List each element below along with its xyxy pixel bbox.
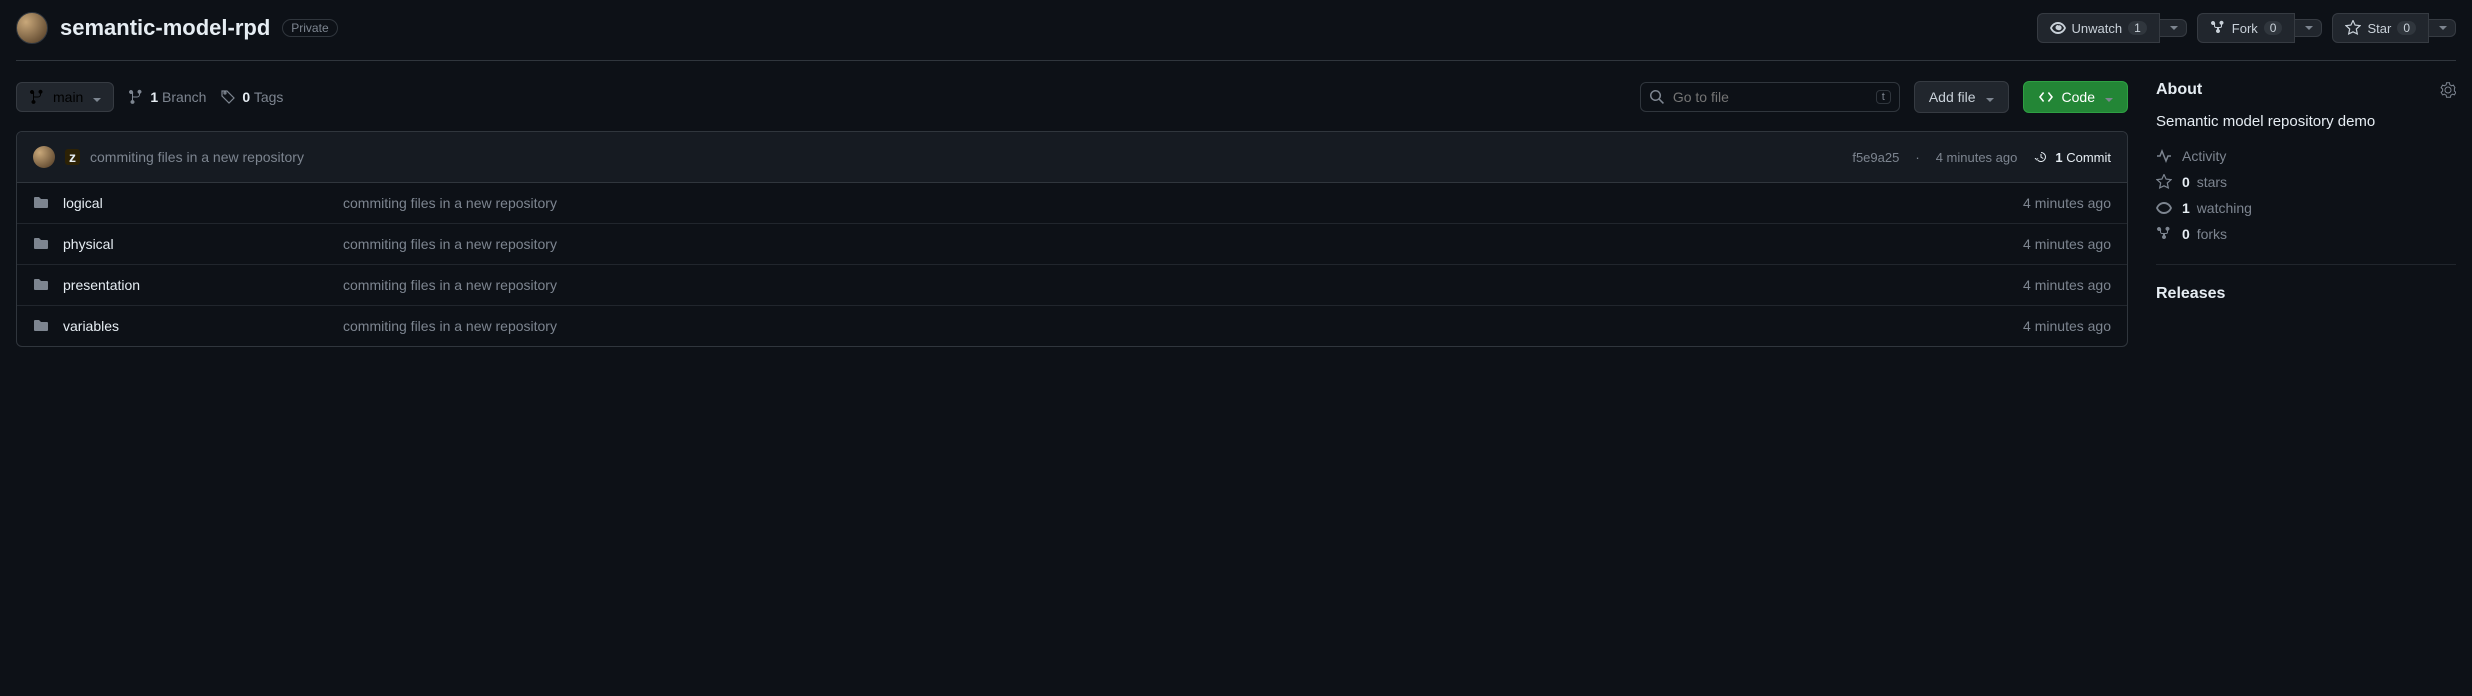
unwatch-caret[interactable]: [2160, 19, 2187, 37]
owner-avatar[interactable]: [16, 12, 48, 44]
add-file-label: Add file: [1929, 89, 1976, 105]
file-name[interactable]: physical: [63, 236, 343, 252]
file-commit-msg[interactable]: commiting files in a new repository: [343, 236, 2023, 252]
stars-count: 0: [2182, 174, 2190, 190]
file-commit-msg[interactable]: commiting files in a new repository: [343, 277, 2023, 293]
fork-caret[interactable]: [2295, 19, 2322, 37]
tag-icon: [220, 89, 236, 105]
folder-icon: [33, 318, 49, 334]
gear-icon[interactable]: [2440, 82, 2456, 98]
repo-description: Semantic model repository demo: [2156, 113, 2456, 130]
branch-icon: [128, 89, 144, 105]
unwatch-group[interactable]: Unwatch 1: [2037, 13, 2187, 43]
file-time: 4 minutes ago: [2023, 195, 2111, 211]
folder-icon: [33, 195, 49, 211]
folder-icon: [33, 277, 49, 293]
watching-link[interactable]: 1 watching: [2156, 200, 2456, 216]
fork-group[interactable]: Fork 0: [2197, 13, 2323, 43]
watching-label: watching: [2197, 200, 2252, 216]
visibility-badge: Private: [282, 19, 337, 37]
star-caret[interactable]: [2429, 19, 2456, 37]
commits-label: Commit: [2066, 150, 2111, 165]
file-name[interactable]: variables: [63, 318, 343, 334]
file-commit-msg[interactable]: commiting files in a new repository: [343, 318, 2023, 334]
file-time: 4 minutes ago: [2023, 277, 2111, 293]
branch-select[interactable]: main: [16, 82, 114, 112]
tags-label: Tags: [254, 89, 284, 105]
file-search[interactable]: t: [1640, 82, 1900, 112]
unwatch-count: 1: [2128, 21, 2147, 35]
commit-message[interactable]: commiting files in a new repository: [90, 149, 304, 165]
branches-link[interactable]: 1 Branch: [128, 89, 206, 105]
forks-link[interactable]: 0 forks: [2156, 226, 2456, 242]
fork-button[interactable]: Fork 0: [2197, 13, 2296, 43]
forks-label: forks: [2197, 226, 2227, 242]
star-icon: [2156, 174, 2172, 190]
watching-count: 1: [2182, 200, 2190, 216]
file-search-input[interactable]: [1673, 89, 1868, 105]
eye-icon: [2156, 200, 2172, 216]
sep: ·: [1915, 150, 1919, 165]
branches-count: 1: [150, 89, 158, 105]
unwatch-label: Unwatch: [2072, 21, 2123, 36]
file-name[interactable]: presentation: [63, 277, 343, 293]
branch-name: main: [53, 89, 83, 105]
tags-link[interactable]: 0 Tags: [220, 89, 283, 105]
file-time: 4 minutes ago: [2023, 236, 2111, 252]
forks-count: 0: [2182, 226, 2190, 242]
file-name[interactable]: logical: [63, 195, 343, 211]
chevron-down-icon: [91, 89, 101, 105]
eye-icon: [2050, 20, 2066, 36]
star-group[interactable]: Star 0: [2332, 13, 2456, 43]
stars-link[interactable]: 0 stars: [2156, 174, 2456, 190]
activity-label: Activity: [2182, 148, 2226, 164]
star-count: 0: [2397, 21, 2416, 35]
commit-author[interactable]: z: [65, 149, 80, 165]
star-button[interactable]: Star 0: [2332, 13, 2429, 43]
fork-icon: [2210, 20, 2226, 36]
table-row[interactable]: presentation commiting files in a new re…: [17, 265, 2127, 306]
folder-icon: [33, 236, 49, 252]
commits-link[interactable]: 1 Commit: [2033, 149, 2111, 165]
commit-sha[interactable]: f5e9a25: [1852, 150, 1899, 165]
table-row[interactable]: logical commiting files in a new reposit…: [17, 183, 2127, 224]
repo-name-link[interactable]: semantic-model-rpd: [60, 15, 270, 41]
code-button[interactable]: Code: [2023, 81, 2128, 113]
commit-author-avatar[interactable]: [33, 146, 55, 168]
history-icon: [2033, 149, 2049, 165]
commit-time: 4 minutes ago: [1936, 150, 2018, 165]
commits-count: 1: [2055, 150, 2062, 165]
about-heading: About: [2156, 81, 2202, 99]
stars-label: stars: [2197, 174, 2227, 190]
chevron-down-icon: [1984, 89, 1994, 105]
activity-link[interactable]: Activity: [2156, 148, 2456, 164]
file-commit-msg[interactable]: commiting files in a new repository: [343, 195, 2023, 211]
add-file-button[interactable]: Add file: [1914, 81, 2009, 113]
table-row[interactable]: variables commiting files in a new repos…: [17, 306, 2127, 346]
star-icon: [2345, 20, 2361, 36]
latest-commit-row[interactable]: z commiting files in a new repository f5…: [17, 132, 2127, 183]
file-list: z commiting files in a new repository f5…: [16, 131, 2128, 347]
fork-icon: [2156, 226, 2172, 242]
code-icon: [2038, 89, 2054, 105]
search-icon: [1649, 89, 1665, 105]
chevron-down-icon: [2103, 89, 2113, 105]
star-label: Star: [2367, 21, 2391, 36]
search-kbd: t: [1876, 90, 1891, 104]
unwatch-button[interactable]: Unwatch 1: [2037, 13, 2160, 43]
code-label: Code: [2062, 89, 2095, 105]
branch-icon: [29, 89, 45, 105]
tags-count: 0: [242, 89, 250, 105]
fork-label: Fork: [2232, 21, 2258, 36]
activity-icon: [2156, 148, 2172, 164]
table-row[interactable]: physical commiting files in a new reposi…: [17, 224, 2127, 265]
file-time: 4 minutes ago: [2023, 318, 2111, 334]
fork-count: 0: [2264, 21, 2283, 35]
releases-heading: Releases: [2156, 285, 2456, 303]
branches-label: Branch: [162, 89, 206, 105]
